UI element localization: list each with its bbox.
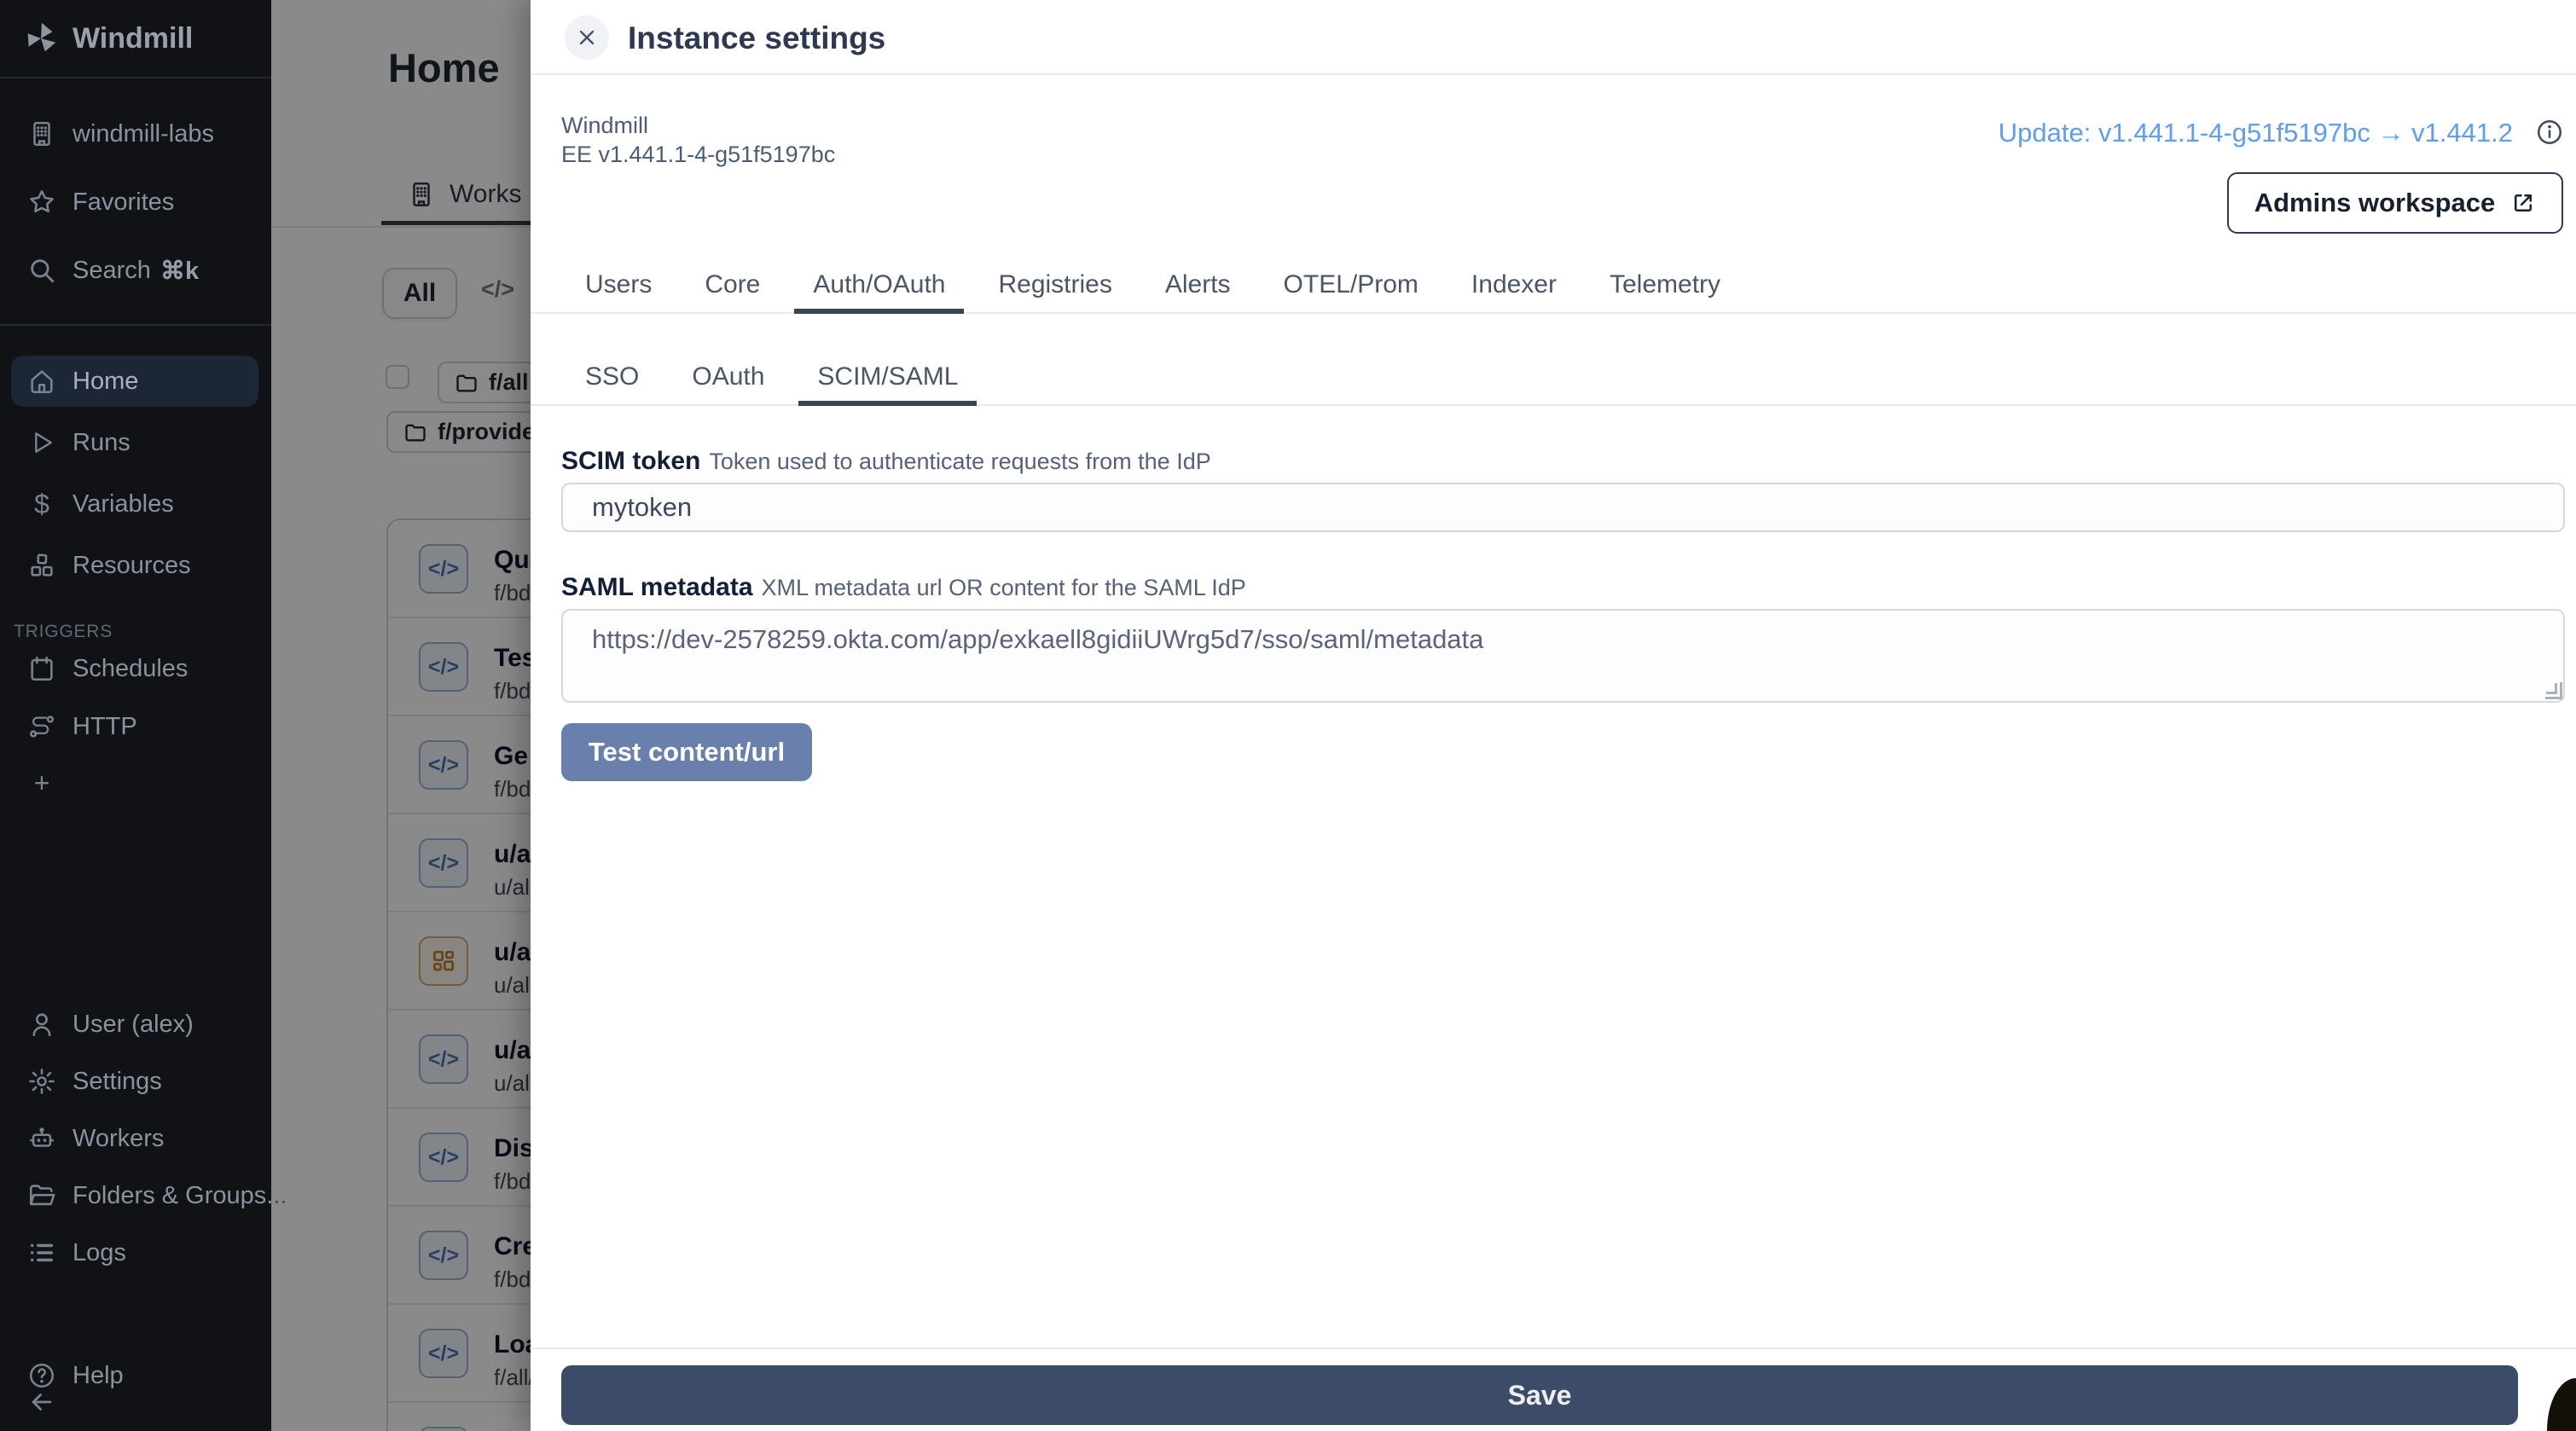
cubes-icon [26,550,57,581]
dollar-icon: $ [26,489,57,519]
sidebar: Windmill windmill-labs Favorites [0,0,271,1431]
sidebar-item-folders-groups[interactable]: Folders & Groups... [0,1172,271,1220]
tab-auth-oauth[interactable]: Auth/OAuth [794,259,964,314]
app-name: Windmill [561,113,648,139]
update-link[interactable]: Update: v1.441.1-4-g51f5197bc → v1.441.2 [1999,118,2513,148]
saml-metadata-textarea[interactable] [561,609,2565,703]
tab-otel-prom[interactable]: OTEL/Prom [1265,259,1437,314]
tab-registries[interactable]: Registries [979,259,1130,314]
search-icon [26,255,57,286]
sidebar-item-variables[interactable]: $ Variables [0,480,271,528]
divider [0,324,271,326]
test-content-url-button[interactable]: Test content/url [561,723,812,781]
sidebar-item-user[interactable]: User (alex) [0,1000,271,1048]
tab-indexer[interactable]: Indexer [1453,259,1575,314]
search-shortcut: ⌘k [160,256,199,286]
saml-metadata-label: SAML metadataXML metadata url OR content… [561,573,1246,602]
windmill-app: Home Works All </> f/all [0,0,2576,1431]
tab-alerts[interactable]: Alerts [1146,259,1250,314]
sidebar-item-favorites[interactable]: Favorites [0,178,271,226]
subtab-scim-saml[interactable]: SCIM/SAML [798,353,977,406]
scim-token-input[interactable] [561,483,2565,532]
sidebar-item-workspace[interactable]: windmill-labs [0,110,271,158]
gear-icon [26,1066,57,1097]
collapse-sidebar-button[interactable] [0,1378,271,1426]
sidebar-item-search[interactable]: Search ⌘k [0,246,271,294]
app-logo[interactable]: Windmill [0,0,271,77]
app-logo-text: Windmill [73,22,193,55]
windmill-logo-icon [21,19,61,58]
external-link-icon [2510,190,2536,216]
drawer-title: Instance settings [628,20,885,56]
sidebar-item-home[interactable]: Home [11,356,258,407]
tab-telemetry[interactable]: Telemetry [1591,259,1739,314]
robot-icon [26,1123,57,1154]
settings-tabs: Users Core Auth/OAuth Registries Alerts … [566,259,1739,314]
auth-subtabs: SSO OAuth SCIM/SAML [566,353,977,406]
tab-users[interactable]: Users [566,259,670,314]
building-icon [26,119,57,149]
version-text: EE v1.441.1-4-g51f5197bc [561,142,835,168]
triggers-section-label: TRIGGERS [14,622,113,642]
textarea-resize-handle[interactable] [2545,682,2562,699]
subtab-sso[interactable]: SSO [566,353,658,406]
home-icon [26,366,57,397]
sidebar-item-settings[interactable]: Settings [0,1057,271,1105]
tab-core[interactable]: Core [686,259,779,314]
saml-metadata-description: XML metadata url OR content for the SAML… [762,575,1246,600]
admins-workspace-button[interactable]: Admins workspace [2227,172,2563,234]
sidebar-item-http[interactable]: HTTP [0,703,271,750]
arrow-left-icon [26,1387,57,1417]
plus-icon: + [26,768,57,798]
divider [0,77,271,78]
scim-token-description: Token used to authenticate requests from… [709,449,1210,474]
star-icon [26,187,57,217]
scim-token-label: SCIM tokenToken used to authenticate req… [561,447,1211,476]
instance-settings-drawer: Instance settings Windmill EE v1.441.1-4… [531,0,2576,1431]
sidebar-item-logs[interactable]: Logs [0,1229,271,1277]
logs-icon [26,1237,57,1268]
divider [531,73,2576,75]
user-icon [26,1009,57,1040]
calendar-icon [26,653,57,684]
sidebar-item-resources[interactable]: Resources [0,542,271,589]
divider [531,1347,2576,1349]
subtab-oauth[interactable]: OAuth [673,353,783,406]
sidebar-item-workers[interactable]: Workers [0,1115,271,1162]
close-icon [575,26,599,49]
folder-open-icon [26,1180,57,1211]
close-button[interactable] [565,15,609,60]
sidebar-item-schedules[interactable]: Schedules [0,645,271,692]
info-icon[interactable] [2535,118,2564,147]
route-icon [26,711,57,742]
save-button[interactable]: Save [561,1365,2518,1425]
play-icon [26,427,57,458]
sidebar-item-runs[interactable]: Runs [0,419,271,466]
add-trigger-button[interactable]: + [0,759,271,807]
